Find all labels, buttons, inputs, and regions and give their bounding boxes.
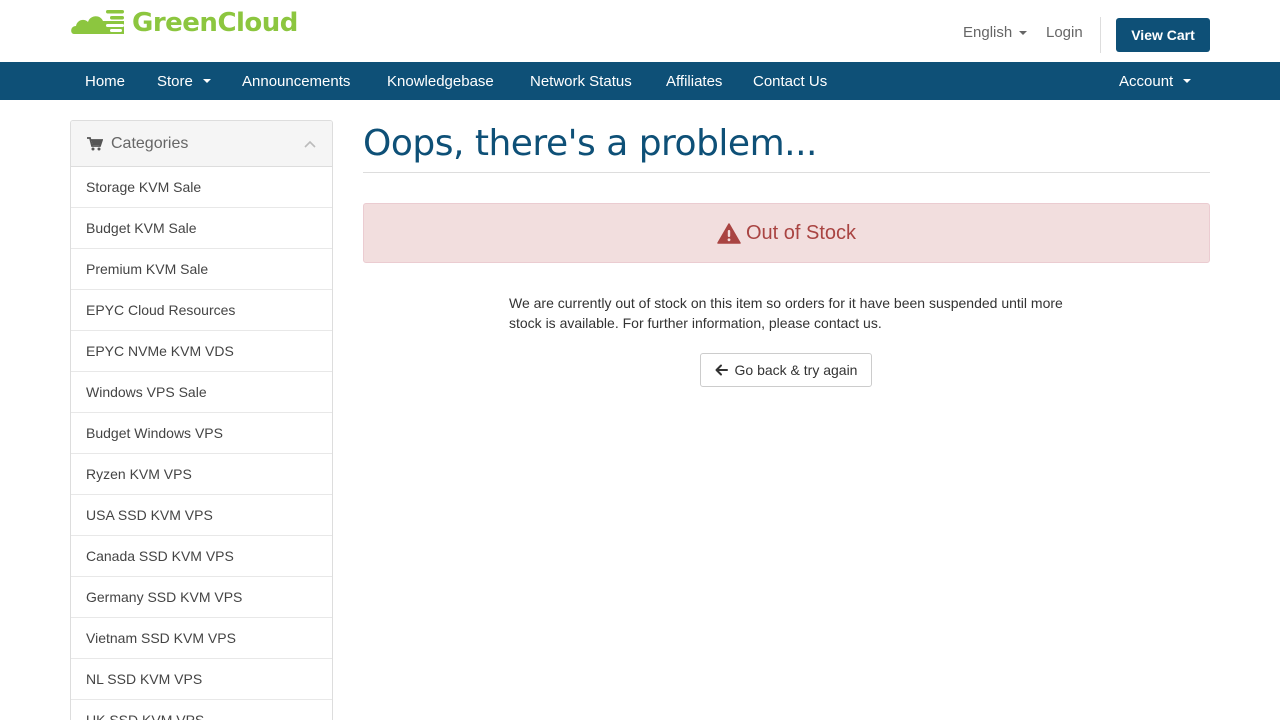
category-item[interactable]: NL SSD KVM VPS bbox=[71, 659, 332, 700]
nav-announcements[interactable]: Announcements bbox=[242, 62, 350, 100]
header-divider bbox=[1100, 17, 1101, 53]
arrow-left-icon bbox=[715, 364, 728, 376]
chevron-up-icon[interactable] bbox=[304, 135, 316, 153]
category-item[interactable]: Budget KVM Sale bbox=[71, 208, 332, 249]
categories-title: Categories bbox=[111, 134, 189, 152]
nav-contact-us[interactable]: Contact Us bbox=[753, 62, 827, 100]
category-item[interactable]: Vietnam SSD KVM VPS bbox=[71, 618, 332, 659]
page-title: Oops, there's a problem... bbox=[363, 123, 817, 164]
cart-icon bbox=[87, 136, 103, 151]
caret-down-icon bbox=[1019, 30, 1028, 35]
category-item[interactable]: EPYC Cloud Resources bbox=[71, 290, 332, 331]
cloud-logo-icon bbox=[70, 8, 126, 38]
caret-down-icon bbox=[202, 79, 211, 83]
go-back-button[interactable]: Go back & try again bbox=[700, 353, 872, 387]
nav-network-status[interactable]: Network Status bbox=[530, 62, 632, 100]
nav-knowledgebase[interactable]: Knowledgebase bbox=[387, 62, 494, 100]
language-selector[interactable]: English bbox=[963, 24, 1028, 41]
title-divider bbox=[363, 172, 1210, 173]
brand-name: GreenCloud bbox=[132, 8, 298, 38]
nav-account-label: Account bbox=[1119, 72, 1174, 90]
nav-account[interactable]: Account bbox=[1119, 62, 1192, 100]
category-item[interactable]: Windows VPS Sale bbox=[71, 372, 332, 413]
category-item[interactable]: Budget Windows VPS bbox=[71, 413, 332, 454]
caret-down-icon bbox=[1183, 79, 1192, 83]
top-header: GreenCloud English Login View Cart bbox=[0, 0, 1280, 62]
category-item[interactable]: USA SSD KVM VPS bbox=[71, 495, 332, 536]
brand-logo[interactable]: GreenCloud bbox=[70, 8, 298, 38]
categories-panel: Categories Storage KVM Sale Budget KVM S… bbox=[70, 120, 333, 720]
categories-header[interactable]: Categories bbox=[71, 121, 332, 167]
category-item[interactable]: Germany SSD KVM VPS bbox=[71, 577, 332, 618]
nav-store-label: Store bbox=[157, 72, 193, 90]
category-item[interactable]: Premium KVM Sale bbox=[71, 249, 332, 290]
category-item[interactable]: Storage KVM Sale bbox=[71, 167, 332, 208]
nav-store[interactable]: Store bbox=[157, 62, 211, 100]
out-of-stock-message: We are currently out of stock on this it… bbox=[509, 295, 1063, 331]
login-link[interactable]: Login bbox=[1046, 24, 1083, 41]
nav-affiliates[interactable]: Affiliates bbox=[666, 62, 722, 100]
main-nav: Home Store Announcements Knowledgebase N… bbox=[0, 62, 1280, 100]
go-back-label: Go back & try again bbox=[734, 362, 858, 378]
category-item[interactable]: Ryzen KVM VPS bbox=[71, 454, 332, 495]
warning-icon bbox=[717, 222, 741, 244]
alert-text: Out of Stock bbox=[745, 221, 857, 244]
category-item[interactable]: UK SSD KVM VPS bbox=[71, 700, 332, 720]
nav-home[interactable]: Home bbox=[85, 62, 125, 100]
out-of-stock-alert: Out of Stock bbox=[363, 203, 1210, 263]
category-item[interactable]: Canada SSD KVM VPS bbox=[71, 536, 332, 577]
language-label: English bbox=[963, 24, 1013, 41]
view-cart-button[interactable]: View Cart bbox=[1116, 18, 1210, 52]
category-item[interactable]: EPYC NVMe KVM VDS bbox=[71, 331, 332, 372]
